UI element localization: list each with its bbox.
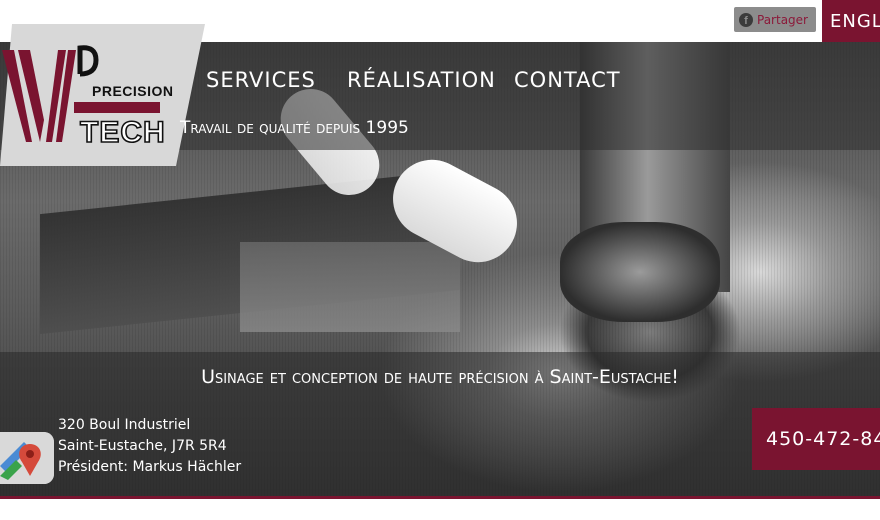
nav-item-services[interactable]: SERVICES	[206, 68, 316, 92]
language-toggle-button[interactable]: ENGLISH	[822, 0, 880, 42]
hero-headline: Usinage et conception de haute précision…	[201, 366, 679, 388]
logo-bar	[74, 102, 160, 113]
logo-p-mark	[77, 45, 99, 77]
google-maps-icon[interactable]	[0, 432, 54, 484]
logo-v-mark	[2, 50, 76, 142]
logo-tech-text: TECH	[80, 116, 166, 149]
address-line-2: Saint-Eustache, J7R 5R4	[58, 438, 227, 454]
tagline: Travail de qualité depuis 1995	[180, 118, 409, 138]
share-label: Partager	[757, 12, 808, 27]
nav-item-contact[interactable]: CONTACT	[514, 68, 621, 92]
logo-precision-text: PRECISION	[92, 83, 174, 99]
phone-button[interactable]: 450-472-8484	[752, 408, 880, 470]
nav-item-realisation[interactable]: RÉALISATION	[347, 68, 496, 92]
machine-vise-jaw	[240, 242, 460, 332]
address-line-1: 320 Boul Industriel	[58, 417, 191, 433]
facebook-icon: f	[739, 12, 753, 27]
bottom-accent-line	[0, 496, 880, 499]
vi-precision-tech-logo[interactable]: PRECISION TECH	[0, 24, 205, 166]
president-name: Président: Markus Hächler	[58, 459, 242, 475]
map-pin-icon	[0, 432, 54, 484]
share-button[interactable]: f Partager	[734, 7, 816, 32]
milling-cutter	[560, 222, 720, 322]
